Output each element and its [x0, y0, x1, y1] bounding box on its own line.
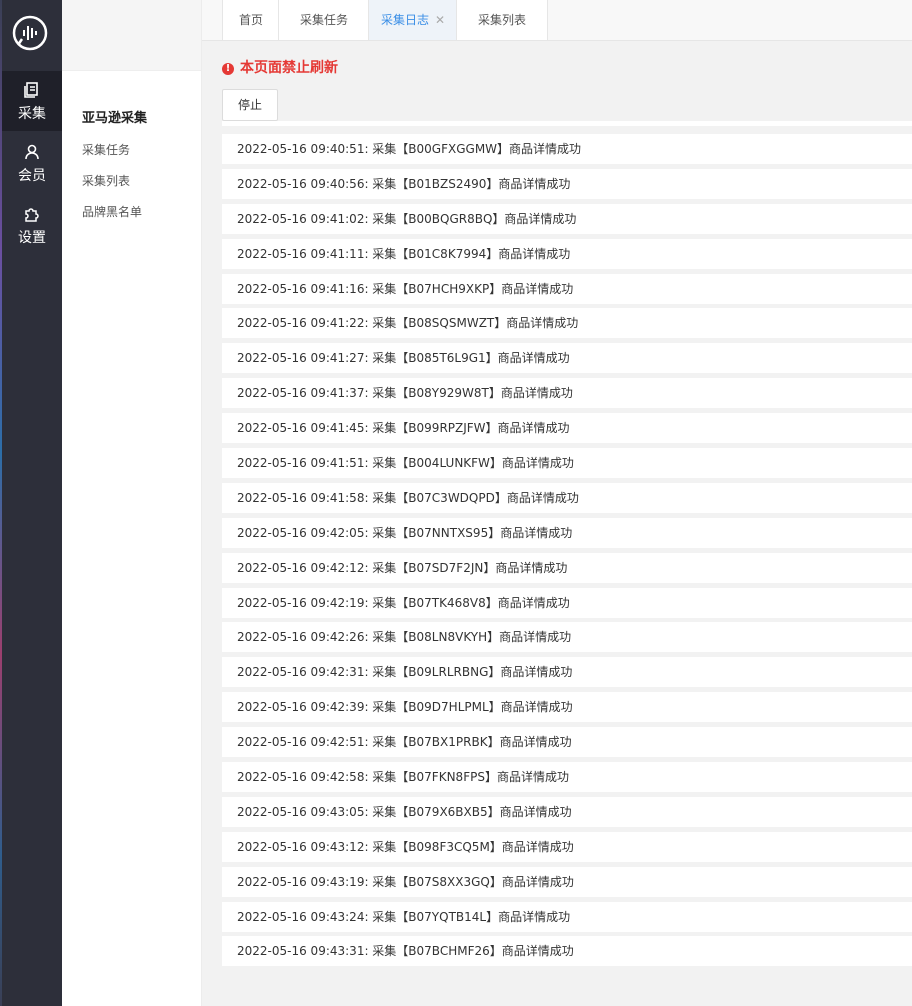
- log-row: 2022-05-16 09:43:24: 采集【B07YQTB14L】商品详情成…: [222, 901, 912, 932]
- nav-item-label: 采集: [18, 106, 46, 122]
- alert-icon: !: [222, 63, 234, 75]
- refresh-warning: ! 本页面禁止刷新: [222, 57, 338, 77]
- warning-text: 本页面禁止刷新: [240, 60, 338, 76]
- clipped-log-row: [222, 121, 912, 126]
- close-icon[interactable]: ✕: [435, 13, 445, 27]
- log-row: 2022-05-16 09:42:51: 采集【B07BX1PRBK】商品详情成…: [222, 727, 912, 758]
- log-row: 2022-05-16 09:41:16: 采集【B07HCH9XKP】商品详情成…: [222, 273, 912, 304]
- log-row: 2022-05-16 09:41:45: 采集【B099RPZJFW】商品详情成…: [222, 413, 912, 444]
- tab-home[interactable]: 首页: [222, 0, 279, 40]
- log-row: 2022-05-16 09:42:26: 采集【B08LN8VKYH】商品详情成…: [222, 622, 912, 653]
- log-row: 2022-05-16 09:43:12: 采集【B098F3CQ5M】商品详情成…: [222, 831, 912, 862]
- tab-collect-list[interactable]: 采集列表: [456, 0, 548, 40]
- log-row: 2022-05-16 09:42:19: 采集【B07TK468V8】商品详情成…: [222, 587, 912, 618]
- sub-nav-item-brand-blacklist[interactable]: 品牌黑名单: [82, 203, 142, 220]
- stop-button[interactable]: 停止: [222, 89, 278, 121]
- log-row: 2022-05-16 09:42:58: 采集【B07FKN8FPS】商品详情成…: [222, 762, 912, 793]
- nav-item-member[interactable]: 会员: [2, 133, 62, 193]
- log-row: 2022-05-16 09:41:58: 采集【B07C3WDQPD】商品详情成…: [222, 482, 912, 513]
- puzzle-icon: [25, 208, 39, 222]
- sub-nav-item-list[interactable]: 采集列表: [82, 172, 130, 189]
- log-row: 2022-05-16 09:41:37: 采集【B08Y929W8T】商品详情成…: [222, 378, 912, 409]
- nav-item-collect[interactable]: 采集: [2, 71, 62, 131]
- tab-label: 采集日志: [380, 13, 429, 27]
- main-content: ! 本页面禁止刷新 停止 2022-05-16 09:40:51: 采集【B00G…: [202, 41, 912, 1006]
- log-row: 2022-05-16 09:41:51: 采集【B004LUNKFW】商品详情成…: [222, 448, 912, 479]
- tab-label: 采集任务: [299, 13, 348, 27]
- log-row: 2022-05-16 09:42:39: 采集【B09D7HLPML】商品详情成…: [222, 692, 912, 723]
- tab-bar-spacer: [202, 0, 222, 40]
- log-row: 2022-05-16 09:40:56: 采集【B01BZS2490】商品详情成…: [222, 168, 912, 199]
- log-row: 2022-05-16 09:42:31: 采集【B09LRLRBNG】商品详情成…: [222, 657, 912, 688]
- log-row: 2022-05-16 09:41:02: 采集【B00BQGR8BQ】商品详情成…: [222, 203, 912, 234]
- nav-item-label: 会员: [18, 168, 46, 184]
- sub-nav-item-tasks[interactable]: 采集任务: [82, 141, 130, 158]
- log-row: 2022-05-16 09:42:05: 采集【B07NNTXS95】商品详情成…: [222, 517, 912, 548]
- main-nav: 采集 会员 设置: [2, 0, 62, 1006]
- log-row: 2022-05-16 09:40:51: 采集【B00GFXGGMW】商品详情成…: [222, 134, 912, 164]
- log-row: 2022-05-16 09:41:11: 采集【B01C8K7994】商品详情成…: [222, 238, 912, 269]
- log-row: 2022-05-16 09:42:12: 采集【B07SD7F2JN】商品详情成…: [222, 552, 912, 583]
- user-icon: [25, 144, 39, 160]
- log-row: 2022-05-16 09:41:22: 采集【B08SQSMWZT】商品详情成…: [222, 308, 912, 339]
- log-list: 2022-05-16 09:40:51: 采集【B00GFXGGMW】商品详情成…: [222, 134, 912, 971]
- log-row: 2022-05-16 09:43:19: 采集【B07S8XX3GQ】商品详情成…: [222, 866, 912, 897]
- sub-nav: 亚马逊采集 采集任务 采集列表 品牌黑名单: [62, 0, 202, 1006]
- tab-collect-tasks[interactable]: 采集任务: [278, 0, 369, 40]
- nav-item-settings[interactable]: 设置: [2, 195, 62, 255]
- logo-icon: [12, 15, 48, 51]
- sub-nav-header: [62, 0, 201, 71]
- tab-collect-log[interactable]: 采集日志 ✕: [368, 0, 457, 40]
- tab-bar: 首页 采集任务 采集日志 ✕ 采集列表: [202, 0, 912, 41]
- nav-item-label: 设置: [18, 230, 46, 246]
- tab-label: 首页: [238, 13, 263, 27]
- log-row: 2022-05-16 09:43:05: 采集【B079X6BXB5】商品详情成…: [222, 796, 912, 827]
- copy-icon: [24, 82, 38, 98]
- log-row: 2022-05-16 09:43:31: 采集【B07BCHMF26】商品详情成…: [222, 936, 912, 967]
- tab-label: 采集列表: [477, 13, 526, 27]
- log-row: 2022-05-16 09:41:27: 采集【B085T6L9G1】商品详情成…: [222, 343, 912, 374]
- sub-nav-title: 亚马逊采集: [82, 111, 148, 126]
